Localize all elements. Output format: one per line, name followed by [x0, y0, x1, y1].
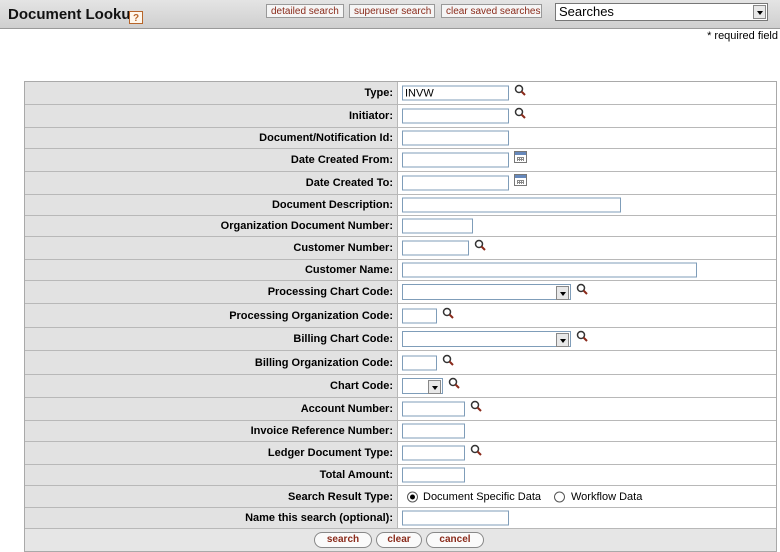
page-title: Document Lookup: [8, 6, 140, 23]
row-processing-chart-code: Processing Chart Code:: [25, 281, 776, 304]
search-result-type-label: Search Result Type:: [25, 486, 398, 507]
organization-document-number-label: Organization Document Number:: [25, 216, 398, 236]
ledger-document-type-input[interactable]: [402, 445, 465, 461]
row-customer-name: Customer Name:: [25, 260, 776, 281]
row-total-amount: Total Amount:: [25, 465, 776, 486]
help-icon[interactable]: ?: [129, 11, 143, 24]
name-this-search-label: Name this search (optional):: [25, 508, 398, 528]
processing-chart-code-select[interactable]: [402, 284, 571, 300]
row-customer-number: Customer Number:: [25, 237, 776, 260]
processing-organization-code-label: Processing Organization Code:: [25, 304, 398, 327]
chart-code-select[interactable]: [402, 378, 443, 394]
chevron-down-icon[interactable]: [428, 380, 441, 394]
chevron-down-icon[interactable]: [753, 5, 766, 19]
action-button-row: search clear cancel: [25, 529, 776, 551]
search-button[interactable]: search: [314, 532, 372, 548]
processing-chart-code-label: Processing Chart Code:: [25, 281, 398, 303]
customer-number-label: Customer Number:: [25, 237, 398, 259]
row-initiator: Initiator:: [25, 105, 776, 128]
document-specific-data-label: Document Specific Data: [423, 490, 541, 503]
row-processing-organization-code: Processing Organization Code:: [25, 304, 776, 328]
customer-number-input[interactable]: [402, 240, 469, 256]
invoice-reference-number-label: Invoice Reference Number:: [25, 421, 398, 441]
row-type: Type:: [25, 82, 776, 105]
initiator-input[interactable]: [402, 108, 509, 124]
saved-searches-value: Searches: [559, 4, 614, 19]
row-name-this-search: Name this search (optional):: [25, 508, 776, 529]
ledger-document-type-label: Ledger Document Type:: [25, 442, 398, 464]
row-invoice-reference-number: Invoice Reference Number:: [25, 421, 776, 442]
calendar-icon[interactable]: [514, 151, 527, 163]
row-account-number: Account Number:: [25, 398, 776, 421]
type-label: Type:: [25, 82, 398, 104]
type-input[interactable]: [402, 85, 509, 101]
detailed-search-button[interactable]: detailed search: [266, 4, 344, 18]
row-organization-document-number: Organization Document Number:: [25, 216, 776, 237]
lookup-icon[interactable]: [442, 354, 454, 366]
required-field-note: * required field: [707, 30, 778, 42]
document-description-label: Document Description:: [25, 195, 398, 215]
row-ledger-document-type: Ledger Document Type:: [25, 442, 776, 465]
chevron-down-icon[interactable]: [556, 333, 569, 347]
customer-name-input[interactable]: [402, 262, 697, 278]
name-this-search-input[interactable]: [402, 510, 509, 526]
chevron-down-icon[interactable]: [556, 286, 569, 300]
lookup-icon[interactable]: [576, 283, 588, 295]
lookup-icon[interactable]: [442, 307, 454, 319]
lookup-icon[interactable]: [470, 400, 482, 412]
lookup-icon[interactable]: [514, 107, 526, 119]
chart-code-label: Chart Code:: [25, 375, 398, 397]
lookup-icon[interactable]: [470, 444, 482, 456]
row-document-description: Document Description:: [25, 195, 776, 216]
cancel-button[interactable]: cancel: [426, 532, 484, 548]
billing-organization-code-input[interactable]: [402, 355, 437, 370]
row-search-result-type: Search Result Type: Document Specific Da…: [25, 486, 776, 508]
initiator-label: Initiator:: [25, 105, 398, 127]
clear-button[interactable]: clear: [376, 532, 422, 548]
lookup-icon[interactable]: [514, 84, 526, 96]
row-document-notification-id: Document/Notification Id:: [25, 128, 776, 149]
row-billing-chart-code: Billing Chart Code:: [25, 328, 776, 351]
lookup-icon[interactable]: [448, 377, 460, 389]
document-notification-id-label: Document/Notification Id:: [25, 128, 398, 148]
document-description-input[interactable]: [402, 197, 621, 213]
date-created-from-label: Date Created From:: [25, 149, 398, 171]
date-created-from-input[interactable]: [402, 152, 509, 168]
workflow-data-label: Workflow Data: [571, 490, 643, 503]
organization-document-number-input[interactable]: [402, 218, 473, 234]
billing-chart-code-select[interactable]: [402, 331, 571, 347]
total-amount-label: Total Amount:: [25, 465, 398, 485]
account-number-label: Account Number:: [25, 398, 398, 420]
total-amount-input[interactable]: [402, 467, 465, 483]
billing-organization-code-label: Billing Organization Code:: [25, 351, 398, 374]
superuser-search-button[interactable]: superuser search: [349, 4, 435, 18]
document-notification-id-input[interactable]: [402, 130, 509, 146]
account-number-input[interactable]: [402, 401, 465, 417]
date-created-to-label: Date Created To:: [25, 172, 398, 194]
billing-chart-code-label: Billing Chart Code:: [25, 328, 398, 350]
row-billing-organization-code: Billing Organization Code:: [25, 351, 776, 375]
lookup-icon[interactable]: [576, 330, 588, 342]
saved-searches-select[interactable]: Searches: [555, 3, 768, 21]
row-chart-code: Chart Code:: [25, 375, 776, 398]
lookup-icon[interactable]: [474, 239, 486, 251]
date-created-to-input[interactable]: [402, 175, 509, 191]
lookup-form: Type: Initiator: Document/Notification I…: [24, 81, 777, 552]
invoice-reference-number-input[interactable]: [402, 423, 465, 439]
workflow-data-radio[interactable]: [554, 491, 565, 502]
document-specific-data-radio[interactable]: [407, 491, 418, 502]
calendar-icon[interactable]: [514, 174, 527, 186]
row-date-created-from: Date Created From:: [25, 149, 776, 172]
clear-saved-searches-button[interactable]: clear saved searches: [441, 4, 542, 18]
row-date-created-to: Date Created To:: [25, 172, 776, 195]
processing-organization-code-input[interactable]: [402, 308, 437, 323]
customer-name-label: Customer Name:: [25, 260, 398, 280]
header-bar: Document Lookup ? detailed search superu…: [0, 0, 780, 29]
